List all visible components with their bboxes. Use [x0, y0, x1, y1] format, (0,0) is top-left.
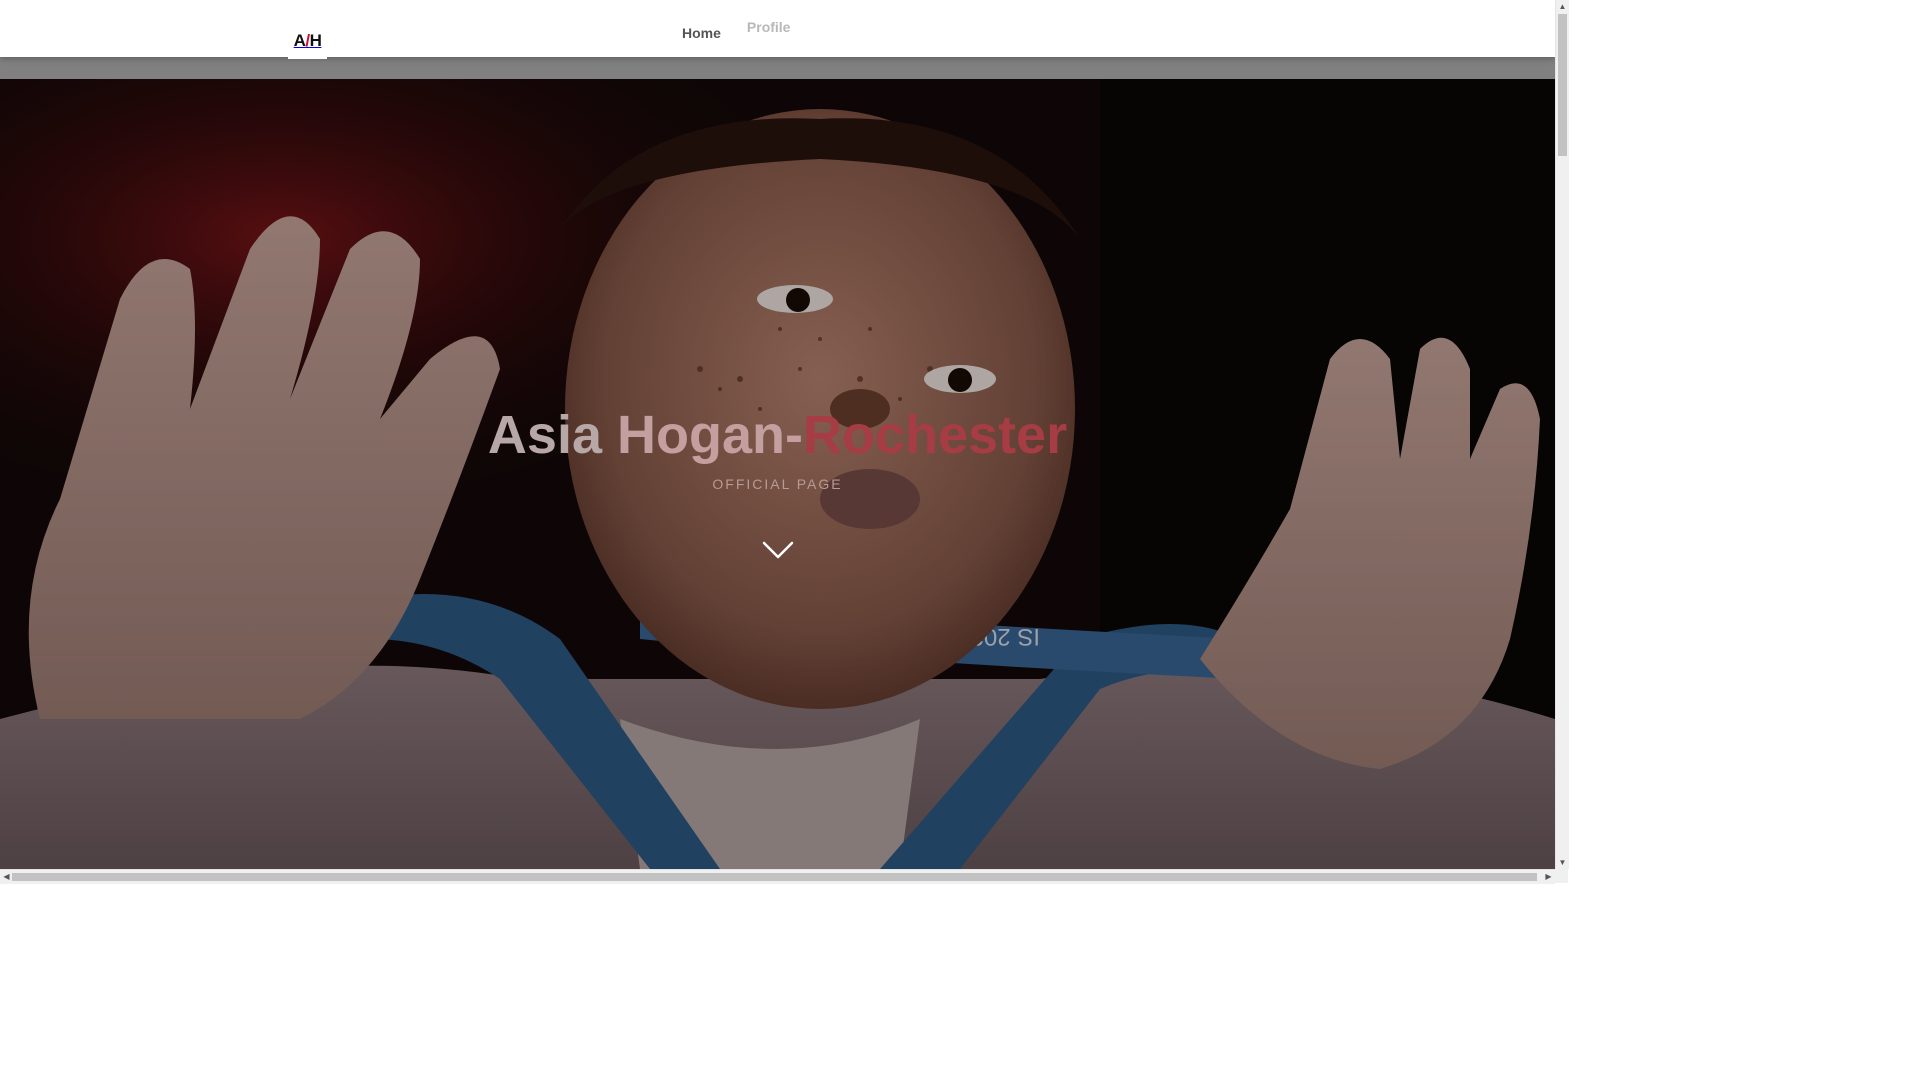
- vertical-scrollbar[interactable]: ▲ ▼: [1555, 0, 1569, 869]
- site-header: Home Profile: [0, 0, 1555, 57]
- hero-title-last-name-1: Hogan-: [617, 405, 803, 465]
- horizontal-scroll-thumb[interactable]: [12, 873, 1537, 881]
- scroll-down-icon[interactable]: ▼: [1556, 856, 1569, 869]
- scroll-up-icon[interactable]: ▲: [1556, 0, 1569, 13]
- header-band: [0, 57, 1555, 79]
- page-viewport: Home Profile A/H IS 2024 Asia Hogan-Roch…: [0, 0, 1555, 869]
- logo-mark: A/H: [293, 30, 322, 50]
- hero-section: IS 2024 Asia Hogan-Rochester OFFICIAL PA…: [0, 79, 1555, 869]
- chevron-down-icon[interactable]: [761, 539, 795, 561]
- nav-home-link[interactable]: Home: [682, 25, 721, 57]
- scroll-right-icon[interactable]: ▶: [1542, 870, 1555, 884]
- main-nav: Home Profile: [670, 0, 816, 57]
- horizontal-scrollbar[interactable]: ◀ ▶: [0, 869, 1555, 884]
- hero-title: Asia Hogan-Rochester: [0, 404, 1555, 466]
- scrollbar-corner: [1555, 869, 1568, 883]
- vertical-scroll-thumb[interactable]: [1558, 14, 1567, 156]
- hero-title-first-name: Asia: [487, 405, 602, 465]
- hero-subtitle: OFFICIAL PAGE: [712, 476, 843, 492]
- hero-title-last-name-2: Rochester: [802, 405, 1068, 465]
- site-logo[interactable]: A/H: [288, 22, 327, 59]
- hero-overlay: [0, 79, 1555, 869]
- nav-profile-link[interactable]: Profile: [747, 19, 791, 57]
